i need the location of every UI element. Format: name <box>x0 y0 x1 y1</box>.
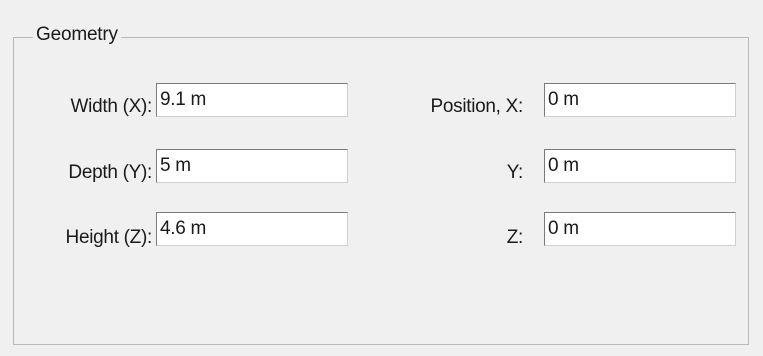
position-y-label: Y: <box>506 162 524 183</box>
geometry-group-title: Geometry <box>33 23 121 47</box>
position-x-label: Position, X: <box>430 96 523 117</box>
position-z-input[interactable] <box>544 212 736 246</box>
width-label: Width (X): <box>70 96 153 117</box>
depth-input[interactable] <box>156 149 348 183</box>
width-input[interactable] <box>156 83 348 117</box>
position-y-input[interactable] <box>544 149 736 183</box>
depth-label: Depth (Y): <box>68 162 152 183</box>
position-x-input[interactable] <box>544 83 736 117</box>
height-input[interactable] <box>156 212 348 246</box>
position-z-label: Z: <box>506 227 524 248</box>
height-label: Height (Z): <box>65 227 153 248</box>
